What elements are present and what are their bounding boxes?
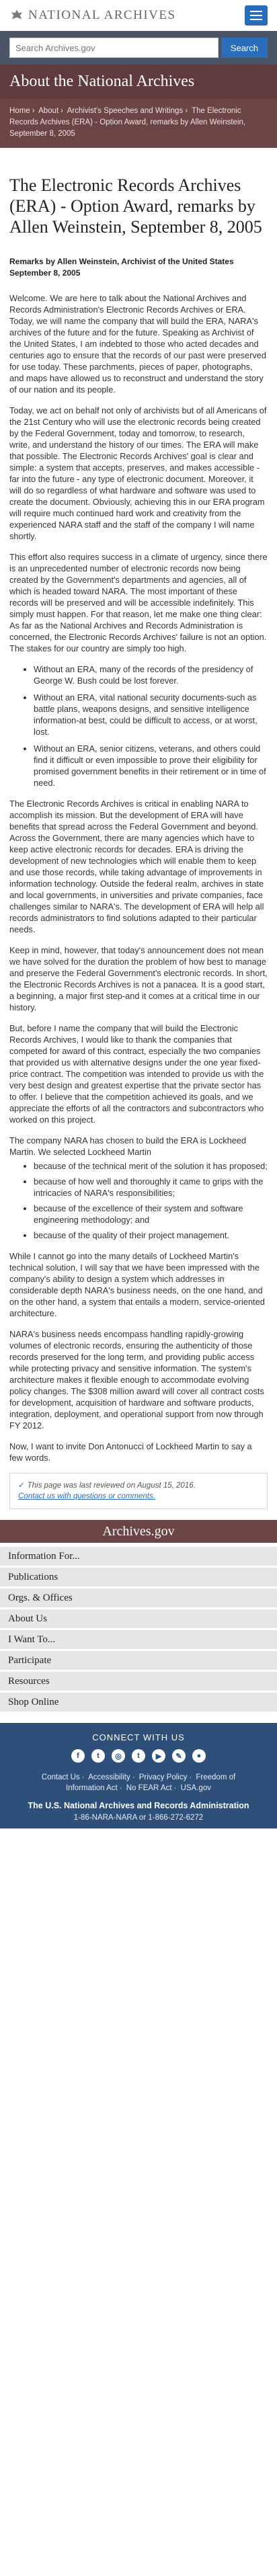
paragraph: Welcome. We are here to talk about the N… [9,293,266,395]
page-title: The Electronic Records Archives (ERA) - … [9,175,262,237]
breadcrumb-speeches[interactable]: Archivist's Speeches and Writings [67,107,184,115]
usa-gov-link[interactable]: USA.gov [181,1784,211,1792]
footer-brand[interactable]: Archives.gov [0,1520,277,1543]
footer-nav-orgs-offices[interactable]: Orgs. & Offices [0,1588,277,1607]
footer-nav-i-want-to[interactable]: I Want To... [0,1630,277,1649]
facebook-icon[interactable]: f [71,1749,85,1763]
footer-links: Contact Us · Accessibility · Privacy Polic… [41,1773,236,1792]
list-item: Without an ERA, vital national security … [34,692,268,737]
social-icons: f t ◎ t ▶ ✎ ● [0,1749,277,1763]
search-button[interactable]: Search [221,38,268,58]
connect-title: CONNECT WITH US [92,1732,185,1742]
breadcrumb: Home › About › Archivist's Speeches and Wr… [0,99,277,148]
search-input[interactable] [9,38,219,58]
section-title: About the National Archives [0,65,277,99]
paragraph: This effort also requires success in a c… [9,552,268,653]
paragraph: While I cannot go into the many details … [9,1251,265,1318]
footer-nav-participate[interactable]: Participate [0,1651,277,1670]
list-item: Without an ERA, senior citizens, veteran… [34,743,268,789]
footer-nav-publications[interactable]: Publications [0,1568,277,1586]
org-phone: 1-86-NARA-NARA or 1-866-272-6272 [73,1814,204,1822]
accessibility-link[interactable]: Accessibility [88,1773,130,1781]
speech-date: September 8, 2005 [9,268,81,278]
logo-text: NATIONAL ARCHIVES [28,8,176,22]
breadcrumb-home[interactable]: Home [9,107,30,115]
contact-us-link[interactable]: Contact Us [42,1773,80,1781]
list-item: because of the excellence of their syste… [34,1203,268,1225]
list-item: because of the technical merit of the so… [34,1160,268,1172]
footer-nav: Information For... Publications Orgs. & … [0,1547,277,1723]
list-item: Without an ERA, many of the records of t… [34,663,268,686]
footer-nav-resources[interactable]: Resources [0,1672,277,1691]
check-icon: ✓ [18,1482,25,1490]
paragraph: Keep in mind, however, that today's anno… [9,945,268,1012]
breadcrumb-about[interactable]: About [38,107,58,115]
site-logo[interactable]: NATIONAL ARCHIVES [9,8,176,23]
tumblr-icon[interactable]: t [132,1749,145,1763]
last-reviewed-text: This page was last reviewed on August 15… [27,1482,196,1490]
connect-section: CONNECT WITH US f t ◎ t ▶ ✎ ● Contact Us… [0,1723,277,1828]
paragraph: The Electronic Records Archives is criti… [9,799,264,934]
bullet-list: Without an ERA, many of the records of t… [34,663,268,789]
blog-icon[interactable]: ✎ [172,1749,186,1763]
instagram-icon[interactable]: ◎ [112,1749,125,1763]
youtube-icon[interactable]: ▶ [152,1749,165,1763]
last-reviewed-box: ✓ This page was last reviewed on August 1… [9,1473,268,1509]
footer-nav-information-for[interactable]: Information For... [0,1547,277,1566]
privacy-policy-link[interactable]: Privacy Policy [139,1773,188,1781]
article-body: Welcome. We are here to talk about the N… [9,292,268,1463]
main-content: The Electronic Records Archives (ERA) - … [0,175,277,1509]
byline: Remarks by Allen Weinstein, Archivist of… [9,257,234,266]
no-fear-act-link[interactable]: No FEAR Act [126,1784,172,1792]
flickr-icon[interactable]: ● [192,1749,206,1763]
paragraph: The company NARA has chosen to build the… [9,1135,247,1157]
paragraph: Now, I want to invite Don Antonucci of L… [9,1441,252,1463]
search-bar: Search [0,31,277,65]
paragraph: But, before I name the company that will… [9,1023,264,1125]
footer-nav-shop-online[interactable]: Shop Online [0,1693,277,1712]
list-item: because of the quality of their project … [34,1230,268,1241]
top-bar: NATIONAL ARCHIVES [0,0,277,31]
org-name: The U.S. National Archives and Records A… [28,1801,249,1810]
twitter-icon[interactable]: t [91,1749,105,1763]
contact-link[interactable]: Contact us with questions or comments. [18,1492,155,1500]
list-item: because of how well and thoroughly it ca… [34,1176,268,1199]
hamburger-menu-icon[interactable] [245,5,268,26]
paragraph: NARA's business needs encompass handling… [9,1329,264,1431]
footer-nav-about-us[interactable]: About Us [0,1609,277,1628]
paragraph: Today, we act on behalf not only of arch… [9,405,267,541]
bullet-list: because of the technical merit of the so… [34,1160,268,1241]
eagle-logo-icon [11,9,23,19]
